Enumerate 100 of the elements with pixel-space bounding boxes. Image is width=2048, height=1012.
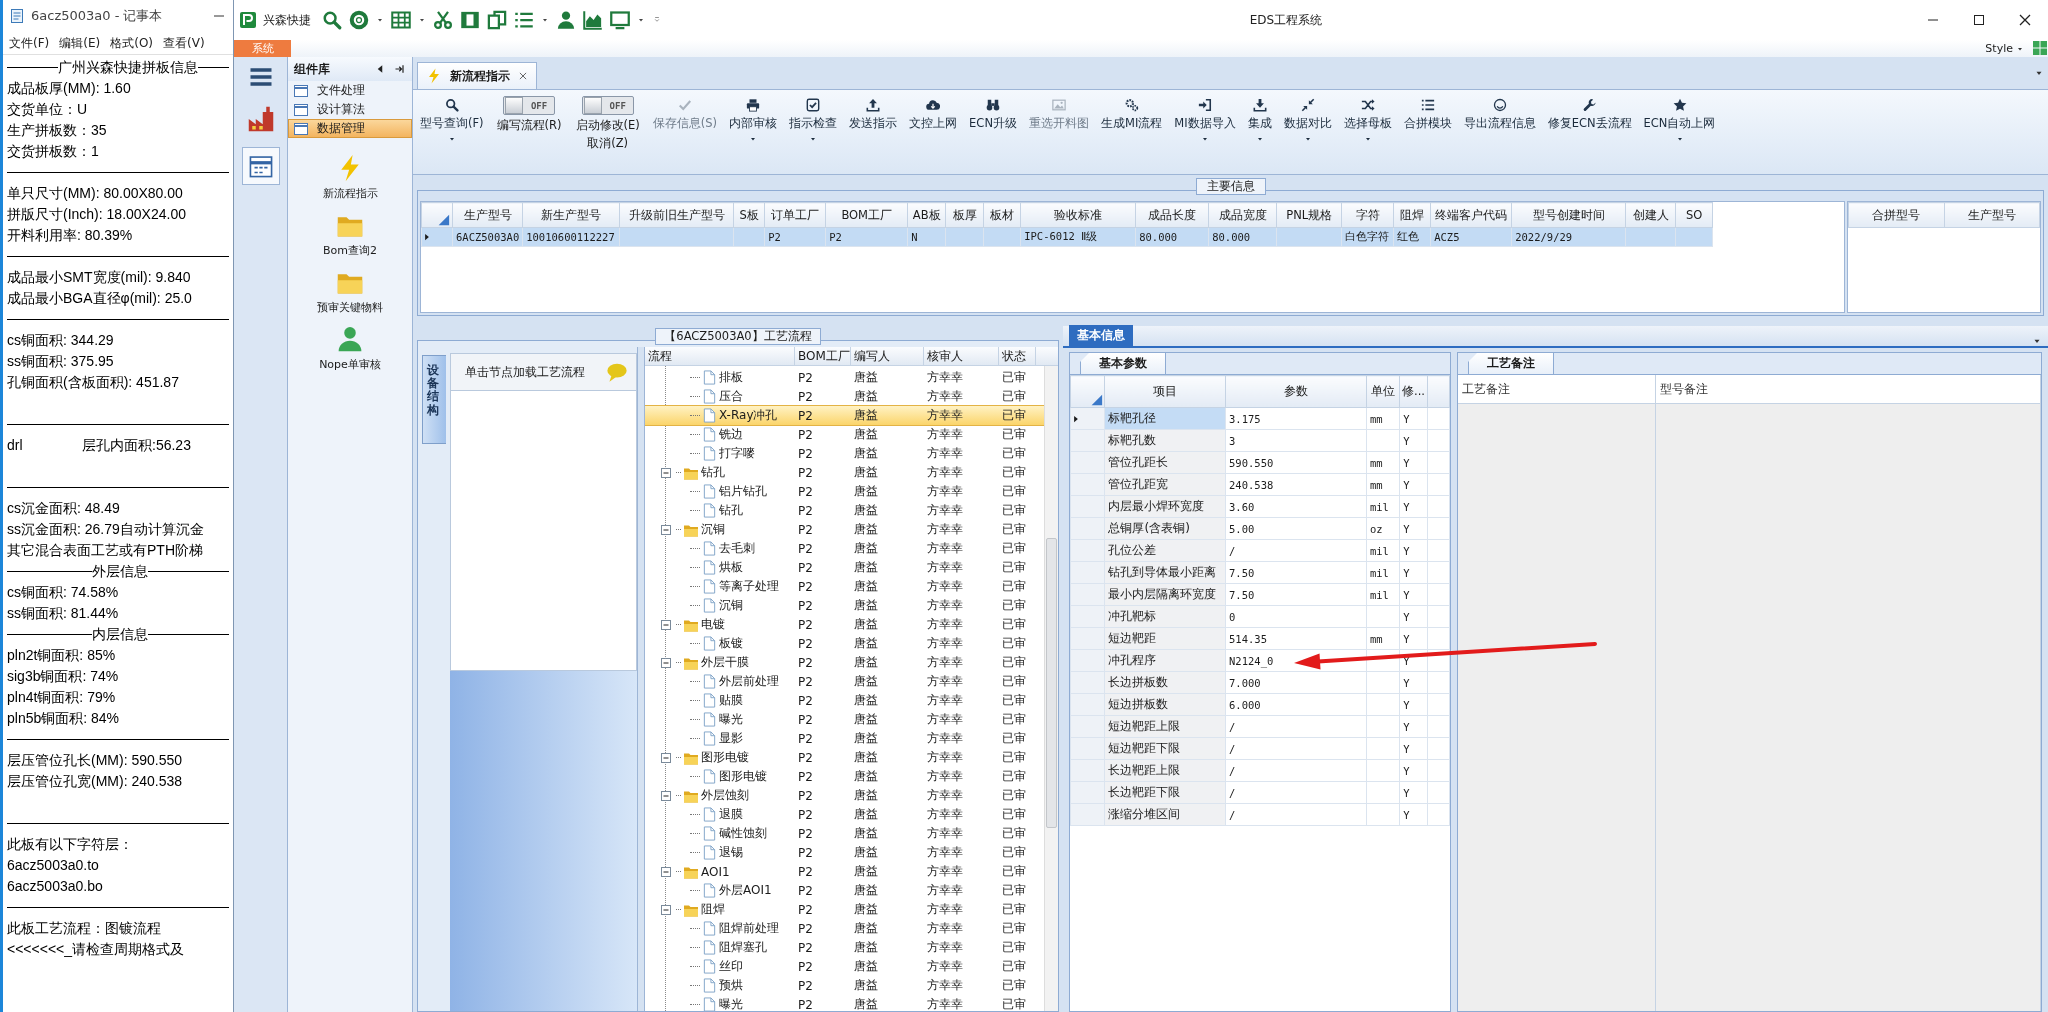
toolbar-button[interactable]: ECN升级 — [966, 96, 1020, 133]
table-row[interactable]: 最小内层隔离环宽度 7.50 mil Y — [1070, 583, 1450, 606]
tree-row[interactable]: 沉铜 P2 唐益 方幸幸 已审 — [645, 596, 1044, 615]
tiles-icon[interactable] — [2032, 40, 2048, 56]
grid-icon[interactable] — [391, 10, 411, 30]
table-row[interactable]: 标靶孔径 3.175 mm Y — [1070, 407, 1450, 430]
column-header[interactable]: 单位 — [1366, 375, 1400, 408]
tree-row[interactable]: 铣边 P2 唐益 方幸幸 已审 — [645, 425, 1044, 444]
column-header[interactable]: 创建人 — [1625, 202, 1676, 228]
tool-label[interactable]: 新流程指示 — [322, 186, 378, 201]
scissors-icon[interactable] — [433, 10, 453, 30]
column-header[interactable]: 修... — [1399, 375, 1428, 408]
column-header[interactable]: BOM工厂 — [795, 347, 851, 365]
scrollbar[interactable] — [1044, 366, 1058, 1011]
close-button[interactable] — [2017, 12, 2033, 28]
toolbar-button[interactable]: 发送指示 — [846, 96, 901, 133]
tree-row[interactable]: 等离子处理 P2 唐益 方幸幸 已审 — [645, 577, 1044, 596]
film-icon[interactable] — [460, 10, 480, 30]
tree-row[interactable]: 压合 P2 唐益 方幸幸 已审 — [645, 387, 1044, 406]
monitor-icon[interactable] — [610, 10, 630, 30]
tree-row[interactable]: 曝光 P2 唐益 方幸幸 已审 — [645, 995, 1044, 1011]
table-row[interactable]: 总铜厚(含表铜) 5.00 oz Y — [1070, 517, 1450, 540]
table-row[interactable]: 6ACZ5003A0 10010600112227 P2 P2 N IPC-6012 Ⅱ级 80.000 80.000 白色字符 红色 ACZ5 2022/9/29 — [421, 227, 1713, 247]
column-header[interactable]: 新生产型号 — [522, 202, 620, 228]
search-icon[interactable] — [322, 10, 342, 30]
column-header[interactable]: 终端客户代码 — [1430, 202, 1512, 228]
customize-icon[interactable] — [652, 15, 662, 25]
table-row[interactable]: 钻孔到导体最小距离 7.50 mil Y — [1070, 561, 1450, 584]
column-header[interactable]: 合拼型号 — [1848, 202, 1944, 228]
maximize-button[interactable] — [1971, 12, 1987, 28]
style-menu[interactable]: Style — [1985, 42, 2013, 55]
table-row[interactable]: 长边靶距下限 / Y — [1070, 781, 1450, 804]
column-header[interactable]: 订单工厂 — [764, 202, 826, 228]
toolbar-button[interactable]: 修复ECN丢流程 — [1544, 96, 1635, 133]
caret-icon[interactable] — [376, 16, 384, 24]
tree-row[interactable]: 碱性蚀刻 P2 唐益 方幸幸 已审 — [645, 824, 1044, 843]
menu-item[interactable]: 格式(O) — [110, 34, 154, 52]
column-header[interactable]: 项目 — [1104, 375, 1226, 408]
tree-row[interactable]: 贴膜 P2 唐益 方幸幸 已审 — [645, 691, 1044, 710]
tree-row[interactable]: 图形电镀 P2 唐益 方幸幸 已审 — [645, 767, 1044, 786]
close-icon[interactable] — [518, 71, 528, 81]
column-header[interactable]: 字符 — [1341, 202, 1394, 228]
column-header[interactable]: 验收标准 — [1020, 202, 1136, 228]
column-header[interactable]: S板 — [733, 202, 765, 228]
table-row[interactable]: 短边靶距下限 / Y — [1070, 737, 1450, 760]
menu-item[interactable]: 编辑(E) — [59, 34, 101, 52]
toolbar-button[interactable]: 内部审核 — [726, 96, 781, 145]
side-tab[interactable]: 设备结构 — [422, 355, 446, 444]
table-row[interactable]: 冲孔靶标 0 Y — [1070, 605, 1450, 628]
table-row[interactable]: 涨缩分堆区间 / Y — [1070, 803, 1450, 826]
toolbar-button[interactable]: MI数据导入 — [1171, 96, 1239, 145]
table-row[interactable]: 标靶孔数 3 Y — [1070, 429, 1450, 452]
tree-row[interactable]: 板镀 P2 唐益 方幸幸 已审 — [645, 634, 1044, 653]
column-header[interactable]: 状态 — [999, 347, 1036, 365]
table-row[interactable]: 长边拼板数 7.000 Y — [1070, 671, 1450, 694]
tree-row[interactable]: 排板 P2 唐益 方幸幸 已审 — [645, 368, 1044, 387]
column-header[interactable]: 板材 — [983, 202, 1021, 228]
column-header[interactable]: BOM工厂 — [825, 202, 908, 228]
dock-icon[interactable] — [394, 63, 406, 75]
toolbar-button[interactable]: 数据对比 — [1280, 96, 1335, 145]
category-item[interactable]: 数据管理 — [288, 119, 412, 138]
caret-icon[interactable] — [637, 16, 645, 24]
tree-row[interactable]: 打字嘜 P2 唐益 方幸幸 已审 — [645, 444, 1044, 463]
chart-icon[interactable] — [583, 10, 603, 30]
tree-row[interactable]: 钻孔 P2 唐益 方幸幸 已审 — [645, 463, 1044, 482]
toolbar-button[interactable]: 生成MI流程 — [1098, 96, 1166, 133]
column-header[interactable]: 生产型号 — [452, 202, 523, 228]
tool-label[interactable]: Bom查询2 — [323, 243, 377, 258]
tree-row[interactable]: 铝片钻孔 P2 唐益 方幸幸 已审 — [645, 482, 1044, 501]
column-header[interactable]: 成品长度 — [1135, 202, 1209, 228]
tree-row[interactable]: X-Ray冲孔 P2 唐益 方幸幸 已审 — [645, 406, 1044, 425]
toolbar-button[interactable]: 导出流程信息 — [1460, 96, 1539, 133]
column-header[interactable]: 参数 — [1225, 375, 1367, 408]
table-row[interactable]: 内层最小焊环宽度 3.60 mil Y — [1070, 495, 1450, 518]
tree-row[interactable]: 预烘 P2 唐益 方幸幸 已审 — [645, 976, 1044, 995]
tree-row[interactable]: 外层干膜 P2 唐益 方幸幸 已审 — [645, 653, 1044, 672]
toolbar-button[interactable]: 选择母板 — [1340, 96, 1395, 145]
table-row[interactable]: 长边靶距上限 / Y — [1070, 759, 1450, 782]
toolbar-button[interactable]: 型号查询(F) — [417, 96, 487, 145]
column-header[interactable]: 流程 — [645, 347, 795, 365]
toolbar-button[interactable]: 集成 — [1244, 96, 1275, 145]
menu-item[interactable]: 文件(F) — [9, 34, 50, 52]
panel-tab[interactable]: 基本信息 — [1069, 325, 1133, 346]
list-icon[interactable] — [514, 10, 534, 30]
lifebuoy-icon[interactable] — [349, 10, 369, 30]
tab[interactable]: 工艺备注 — [1468, 352, 1554, 374]
caret-icon[interactable] — [418, 16, 426, 24]
tree-row[interactable]: 外层AOI1 P2 唐益 方幸幸 已审 — [645, 881, 1044, 900]
toolbar-button[interactable]: 合拼模块 — [1400, 96, 1455, 133]
column-header[interactable]: 阻焊 — [1393, 202, 1431, 228]
column-header[interactable]: AB板 — [907, 202, 946, 228]
tab[interactable]: 基本参数 — [1080, 352, 1166, 374]
tree-row[interactable]: 沉铜 P2 唐益 方幸幸 已审 — [645, 520, 1044, 539]
table-row[interactable]: 短边靶距 514.35 mm Y — [1070, 627, 1450, 650]
column-header[interactable]: 核审人 — [924, 347, 999, 365]
tool-label[interactable]: 预审关键物料 — [317, 300, 383, 315]
category-item[interactable]: 文件处理 — [288, 81, 412, 100]
tree-row[interactable]: 去毛刺 P2 唐益 方幸幸 已审 — [645, 539, 1044, 558]
factory-icon[interactable] — [246, 105, 275, 133]
menu-item[interactable]: 查看(V) — [163, 34, 205, 52]
